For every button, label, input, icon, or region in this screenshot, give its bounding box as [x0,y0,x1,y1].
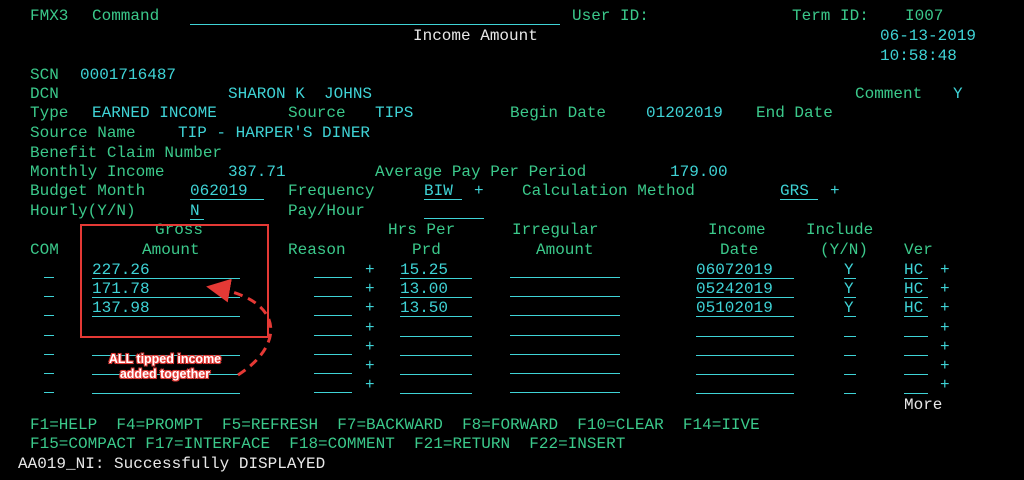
annotation-line-1: ALL tipped income [108,352,222,366]
annotation-line-2: added together [119,367,211,381]
annotation-arrow [206,278,273,377]
annotation-label: ALL tipped income added together [90,352,240,382]
